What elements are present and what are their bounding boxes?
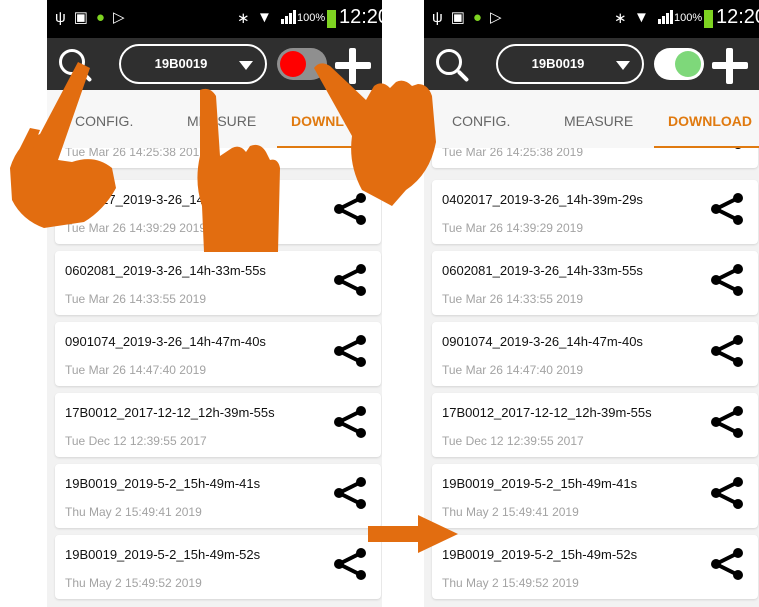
share-icon[interactable] (333, 263, 367, 297)
file-item[interactable]: 19B0019_2019-5-2_15h-49m-41s Thu May 2 1… (432, 464, 758, 528)
share-icon[interactable] (333, 334, 367, 368)
file-date: Tue Mar 26 14:25:38 2019 (442, 148, 583, 159)
share-icon[interactable] (710, 148, 744, 150)
file-date: Thu May 2 15:49:52 2019 (442, 576, 579, 590)
battery-icon (704, 8, 713, 28)
share-icon[interactable] (710, 263, 744, 297)
tab-config[interactable]: CONFIG. (452, 113, 510, 129)
share-icon[interactable] (333, 405, 367, 439)
file-name: 17B0012_2017-12-12_12h-39m-55s (442, 405, 652, 420)
file-date: Tue Mar 26 14:33:55 2019 (442, 292, 583, 306)
file-name: 19B0019_2019-5-2_15h-49m-41s (65, 476, 261, 491)
toggle-knob (675, 51, 701, 77)
file-name: 0901074_2019-3-26_14h-47m-40s (65, 334, 266, 349)
file-item[interactable]: Tue Mar 26 14:25:38 2019 (432, 148, 758, 168)
device-selector-value: 19B0019 (531, 56, 585, 71)
image-icon: ▣ (73, 9, 88, 26)
file-list: Tue Mar 26 14:25:38 2019 0402017_2019-3-… (424, 148, 759, 607)
usb-icon: ψ (432, 9, 443, 26)
file-item[interactable]: 0402017_2019-3-26_14h-39m-29s Tue Mar 26… (432, 180, 758, 244)
play-store-icon: ▷ (489, 9, 502, 26)
file-item[interactable]: 0602081_2019-3-26_14h-33m-55s Tue Mar 26… (55, 251, 381, 315)
clock: 12:20 (339, 6, 382, 28)
file-date: Tue Dec 12 12:39:55 2017 (65, 434, 207, 448)
file-date: Thu May 2 15:49:52 2019 (65, 576, 202, 590)
file-name: 19B0019_2019-5-2_15h-49m-52s (442, 547, 638, 562)
wifi-icon: ▼ (257, 9, 272, 26)
file-item[interactable]: 19B0019_2019-5-2_15h-49m-52s Thu May 2 1… (432, 535, 758, 599)
file-name: 0402017_2019-3-26_14h-39m-29s (442, 192, 643, 207)
file-item[interactable]: 19B0019_2019-5-2_15h-49m-41s Thu May 2 1… (55, 464, 381, 528)
device-selector[interactable]: 19B0019 (496, 44, 644, 84)
tab-download[interactable]: DOWNLOAD (668, 113, 752, 129)
file-date: Tue Mar 26 14:39:29 2019 (442, 221, 583, 235)
tab-bar: CONFIG. MEASURE DOWNLOAD (424, 90, 759, 148)
battery-percent: 100% (674, 12, 703, 24)
file-date: Tue Mar 26 14:33:55 2019 (65, 292, 206, 306)
plus-icon[interactable] (712, 48, 748, 84)
usb-icon: ψ (55, 9, 66, 26)
toggle-knob (280, 51, 306, 77)
status-bar: ψ ▣ ● ▷ ∗ ▼ 100% 12:20 (424, 0, 759, 38)
file-item[interactable]: 0901074_2019-3-26_14h-47m-40s Tue Mar 26… (432, 322, 758, 386)
file-item[interactable]: 0602081_2019-3-26_14h-33m-55s Tue Mar 26… (432, 251, 758, 315)
signal-icon (281, 10, 296, 24)
share-icon[interactable] (710, 334, 744, 368)
file-date: Tue Dec 12 12:39:55 2017 (442, 434, 584, 448)
image-icon: ▣ (450, 9, 465, 26)
device-selector[interactable]: 19B0019 (119, 44, 267, 84)
device-selector-value: 19B0019 (154, 56, 208, 71)
arrow-right-icon (368, 515, 458, 553)
file-name: 17B0012_2017-12-12_12h-39m-55s (65, 405, 275, 420)
battery-percent: 100% (297, 12, 326, 24)
pointing-hand-icon (197, 88, 280, 252)
file-date: Thu May 2 15:49:41 2019 (442, 505, 579, 519)
file-name: 19B0019_2019-5-2_15h-49m-41s (442, 476, 638, 491)
clock: 12:20 (716, 6, 759, 28)
wifi-icon: ▼ (634, 9, 649, 26)
share-icon[interactable] (710, 476, 744, 510)
bluetooth-icon: ∗ (237, 10, 250, 27)
toolbar: 19B0019 (424, 38, 759, 90)
tab-measure[interactable]: MEASURE (564, 113, 633, 129)
file-item[interactable]: 17B0012_2017-12-12_12h-39m-55s Tue Dec 1… (55, 393, 381, 457)
pointing-hand-icon (10, 62, 116, 228)
signal-icon (658, 10, 673, 24)
share-icon[interactable] (710, 405, 744, 439)
android-icon: ● (95, 9, 105, 26)
status-bar: ψ ▣ ● ▷ ∗ ▼ 100% 12:20 (47, 0, 382, 38)
share-icon[interactable] (710, 547, 744, 581)
bluetooth-icon: ∗ (614, 10, 627, 27)
pointing-hand-icon (314, 63, 436, 206)
file-item[interactable]: 0901074_2019-3-26_14h-47m-40s Tue Mar 26… (55, 322, 381, 386)
connection-toggle[interactable] (654, 48, 704, 80)
file-item[interactable]: 17B0012_2017-12-12_12h-39m-55s Tue Dec 1… (432, 393, 758, 457)
android-icon: ● (472, 9, 482, 26)
file-date: Tue Mar 26 14:47:40 2019 (65, 363, 206, 377)
phone-screen-after: ψ ▣ ● ▷ ∗ ▼ 100% 12:20 19B0019 CONFIG. M… (424, 0, 759, 607)
share-icon[interactable] (333, 547, 367, 581)
play-store-icon: ▷ (112, 9, 125, 26)
share-icon[interactable] (333, 476, 367, 510)
share-icon[interactable] (710, 192, 744, 226)
file-date: Tue Mar 26 14:47:40 2019 (442, 363, 583, 377)
file-name: 19B0019_2019-5-2_15h-49m-52s (65, 547, 261, 562)
file-name: 0602081_2019-3-26_14h-33m-55s (442, 263, 643, 278)
chevron-down-icon (239, 61, 253, 70)
file-name: 0602081_2019-3-26_14h-33m-55s (65, 263, 266, 278)
battery-icon (327, 8, 336, 28)
chevron-down-icon (616, 61, 630, 70)
file-name: 0901074_2019-3-26_14h-47m-40s (442, 334, 643, 349)
file-item[interactable]: 19B0019_2019-5-2_15h-49m-52s Thu May 2 1… (55, 535, 381, 599)
file-date: Thu May 2 15:49:41 2019 (65, 505, 202, 519)
